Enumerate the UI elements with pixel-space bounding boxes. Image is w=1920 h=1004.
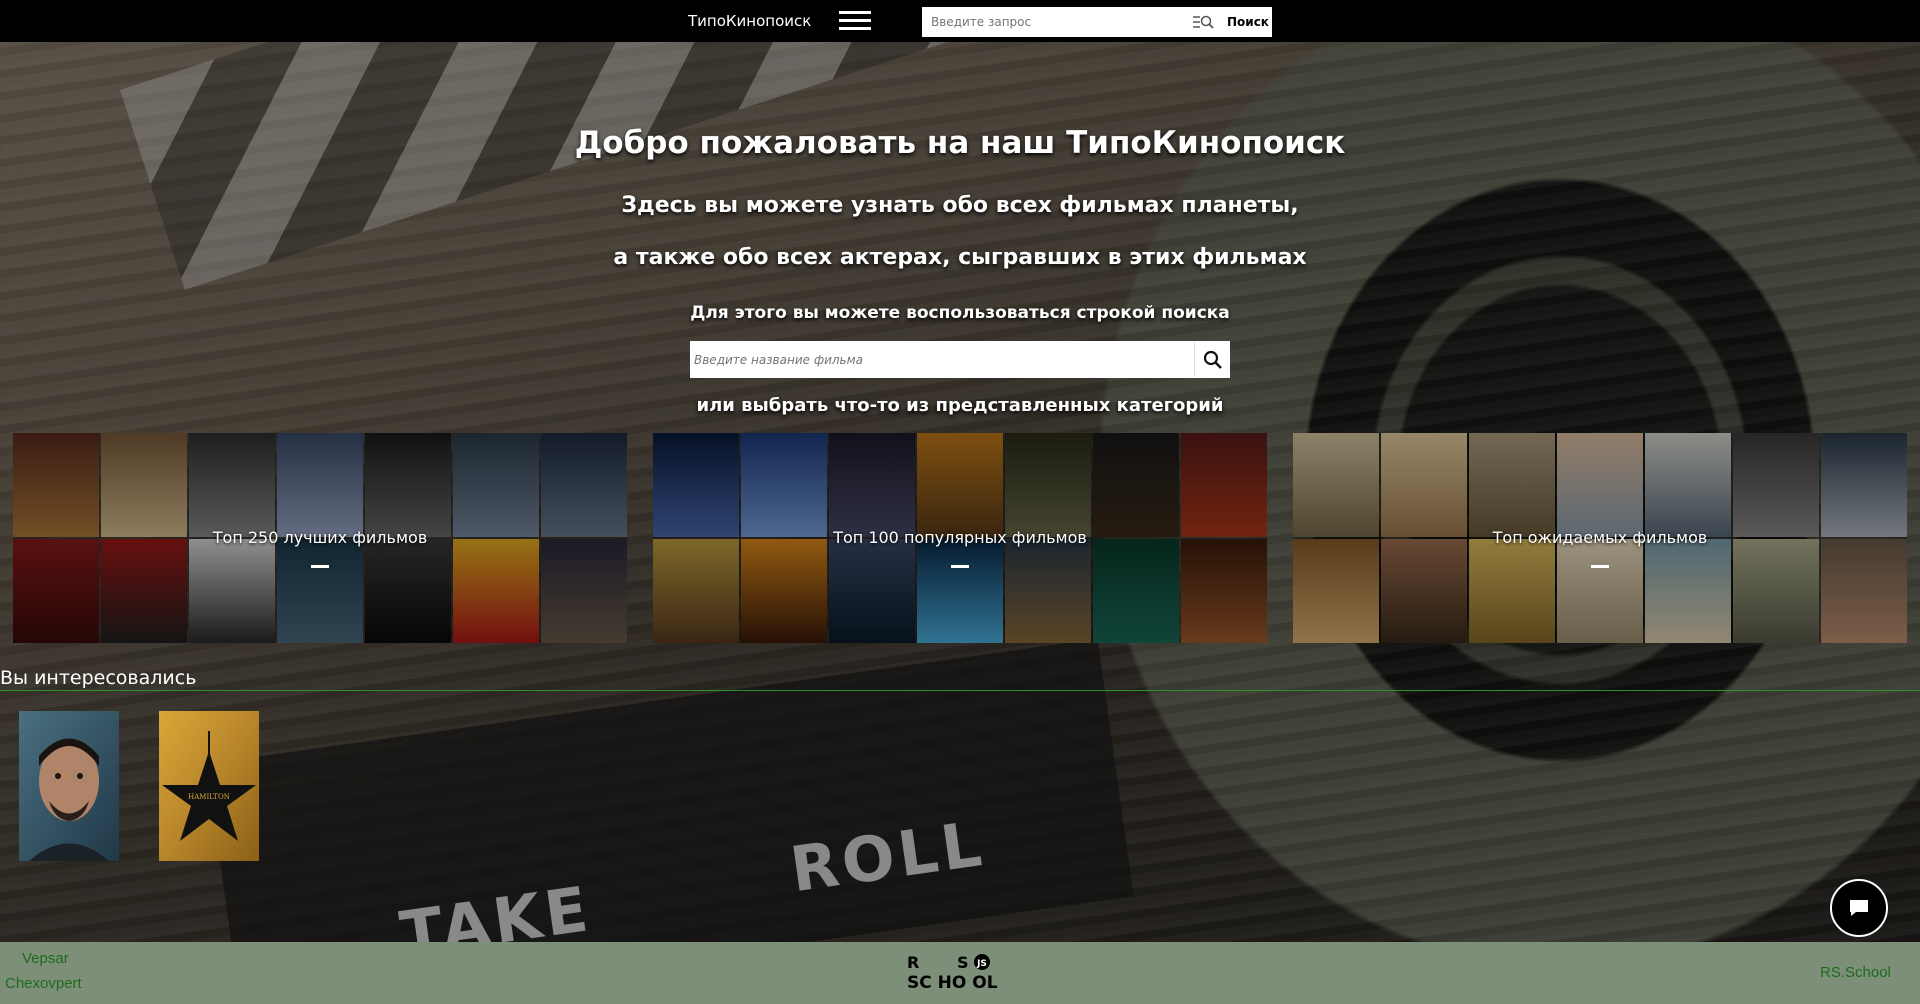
svg-text:S: S [957,953,969,972]
hero-search-bar [690,341,1230,378]
hero-subtitle-1: Здесь вы можете узнать обо всех фильмах … [621,193,1299,218]
hero-title: Добро пожаловать на наш ТипоКинопоиск [574,125,1346,161]
interested-section-title: Вы интересовались [0,667,197,689]
background-roll-text: ROLL [785,806,990,907]
category-indicator [311,565,329,568]
brand-title[interactable]: ТипоКинопоиск [688,12,811,30]
category-top-100-popular[interactable]: Топ 100 популярных фильмов [653,433,1267,643]
search-filter-icon[interactable] [1192,14,1214,30]
footer-author-chexovpert[interactable]: Chexovpert [5,975,82,992]
chat-bubble-icon[interactable] [1830,879,1888,937]
category-top-expected[interactable]: Топ ожидаемых фильмов [1293,433,1907,643]
svg-text:JS: JS [976,959,987,969]
hamilton-poster-icon: HAMILTON [159,711,259,861]
search-icon[interactable] [1194,342,1230,377]
hero-categories-hint: или выбрать что-то из представленных кат… [696,395,1224,416]
category-indicator [951,565,969,568]
section-divider [0,690,1920,691]
svg-text:SC HO OL: SC HO OL [907,973,998,993]
hero-search-hint: Для этого вы можете воспользоваться стро… [690,303,1230,323]
rs-school-logo-icon: R S JS SC HO OL [907,953,998,993]
category-top-250[interactable]: Топ 250 лучших фильмов [13,433,627,643]
category-indicator [1591,565,1609,568]
interested-actor-thumbnail[interactable] [19,711,119,861]
movie-search-input[interactable] [690,342,1194,377]
actor-portrait-icon [19,711,119,861]
footer-rs-school-link[interactable]: RS.School [1820,964,1891,981]
header-search-bar: Поиск [922,7,1272,37]
hamburger-menu-icon[interactable] [839,11,871,31]
category-label: Топ 100 популярных фильмов [833,528,1087,547]
category-label: Топ ожидаемых фильмов [1492,528,1708,547]
hero-subtitle-2: а также обо всех актерах, сыгравших в эт… [613,245,1307,270]
rs-school-logo[interactable]: R S JS SC HO OL [905,952,1000,994]
header-search-input[interactable] [922,8,1188,36]
header-search-button[interactable]: Поиск [1227,15,1269,29]
footer-author-vepsar[interactable]: Vepsar [22,950,69,967]
page-footer: Vepsar Chexovpert R S JS SC HO OL RS.Sch… [0,942,1920,1004]
svg-text:R: R [907,953,919,972]
category-label: Топ 250 лучших фильмов [212,528,428,547]
svg-text:HAMILTON: HAMILTON [188,793,230,801]
top-navigation-bar: ТипоКинопоиск Поиск [0,0,1920,42]
interested-hamilton-thumbnail[interactable]: HAMILTON [159,711,259,861]
